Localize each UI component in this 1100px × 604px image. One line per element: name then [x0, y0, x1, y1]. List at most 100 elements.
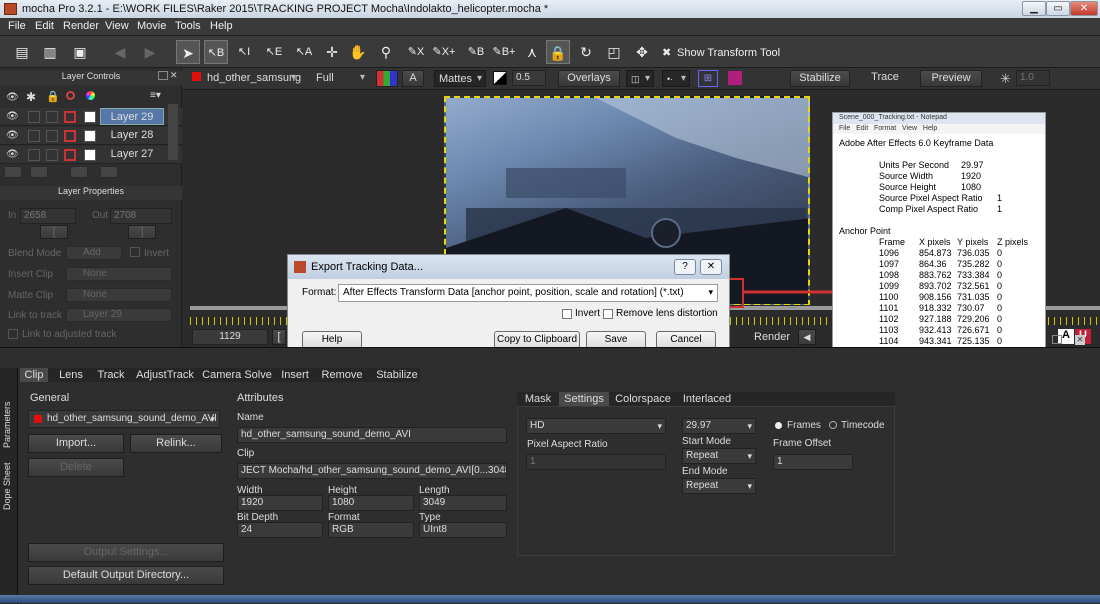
format-field[interactable]: RGB — [328, 522, 414, 538]
pan-hand-icon[interactable]: ✋ — [346, 40, 370, 64]
select-bezier-tool-icon[interactable]: ↖B — [204, 40, 228, 64]
end-mode-dropdown[interactable]: Repeat ▾ — [682, 478, 756, 494]
tab-adjust-track[interactable]: AdjustTrack — [134, 368, 196, 382]
tab-mask[interactable]: Mask — [519, 392, 557, 406]
go-to-in-button[interactable]: [ — [272, 329, 286, 345]
menu-view[interactable]: View — [105, 20, 129, 32]
timecode-radio[interactable] — [829, 421, 837, 429]
delete-button[interactable]: Delete — [28, 458, 124, 477]
menu-render[interactable]: Render — [63, 20, 99, 32]
preview-button[interactable]: Preview — [920, 70, 982, 87]
dialog-close-icon[interactable]: ✕ — [700, 259, 722, 275]
overlay-points-dropdown[interactable]: •· — [662, 70, 690, 87]
bezier-tool-icon[interactable]: ✎B — [464, 40, 488, 64]
layer-matte-box[interactable] — [64, 130, 76, 142]
clip-dropdown[interactable]: hd_other_samsung_sound_demo_AVI ▾ — [28, 410, 220, 428]
rgb-channel-icon[interactable] — [376, 70, 398, 87]
frames-radio[interactable] — [775, 422, 782, 429]
layer-visibility-icon[interactable]: 👁 — [6, 149, 19, 160]
select-tool-icon[interactable]: ➤ — [176, 40, 200, 64]
matte-clip-dropdown[interactable]: None — [66, 288, 172, 302]
tab-camera-solve[interactable]: Camera Solve — [202, 368, 272, 382]
layer-matte-box[interactable] — [64, 149, 76, 161]
layer-visibility-icon[interactable]: 👁 — [6, 111, 19, 122]
layer-lock-box[interactable] — [46, 130, 58, 142]
move-tool-icon[interactable]: ✥ — [630, 40, 654, 64]
tab-lens[interactable]: Lens — [54, 368, 88, 382]
add-point-tool-icon[interactable]: ✛ — [320, 40, 344, 64]
zoom-tool-icon[interactable]: ⚲ — [374, 40, 398, 64]
format-preset-dropdown[interactable]: HD ▾ — [526, 418, 666, 434]
in-point-input[interactable]: 2658 — [20, 208, 76, 224]
select-edge-tool-icon[interactable]: ↖E — [262, 40, 286, 64]
menu-edit[interactable]: Edit — [35, 20, 54, 32]
zoom-input[interactable]: 1.0 — [1016, 70, 1050, 86]
close-panel-icon[interactable]: ✕ — [170, 70, 178, 81]
transform-tool-check-icon[interactable]: ✖ — [662, 46, 671, 59]
invert-checkbox[interactable] — [562, 309, 572, 319]
scale-tool-icon[interactable]: ◰ — [602, 40, 626, 64]
menu-help[interactable]: Help — [210, 20, 233, 32]
open-project-icon[interactable]: ▥ — [38, 40, 62, 64]
render-backward-button[interactable]: ◀ — [798, 329, 816, 345]
tab-clip[interactable]: Clip — [20, 368, 48, 382]
stabilize-button[interactable]: Stabilize — [790, 70, 850, 87]
bit-depth-field[interactable]: 24 — [237, 522, 323, 538]
mattes-dropdown[interactable]: Mattes — [434, 70, 486, 87]
redo-icon[interactable]: ▶ — [138, 40, 162, 64]
lock-tool-icon[interactable]: 🔒 — [546, 40, 570, 64]
insert-clip-dropdown[interactable]: None — [66, 267, 172, 281]
layer-list-scrollbar[interactable] — [168, 104, 178, 160]
group-layer-icon[interactable] — [70, 166, 88, 178]
parameters-side-tab[interactable]: Parameters — [2, 392, 12, 448]
tab-settings[interactable]: Settings — [559, 392, 609, 406]
float-bottom-icon[interactable] — [1052, 335, 1062, 344]
tab-stabilize[interactable]: Stabilize — [372, 368, 422, 382]
bezier-add-tool-icon[interactable]: ✎B+ — [492, 40, 516, 64]
sun-icon[interactable]: ✳ — [1000, 71, 1011, 87]
type-field[interactable]: UInt8 — [419, 522, 507, 538]
blend-mode-dropdown[interactable]: Add — [66, 246, 122, 260]
maximize-button[interactable]: ▭ — [1046, 1, 1070, 16]
layer-color-swatch[interactable] — [84, 149, 96, 161]
dialog-help-icon[interactable]: ? — [674, 259, 696, 275]
layer-name[interactable]: Layer 28 — [100, 127, 164, 144]
overlays-button[interactable]: Overlays — [558, 70, 620, 87]
height-field[interactable]: 1080 — [328, 495, 414, 511]
tab-remove[interactable]: Remove — [318, 368, 366, 382]
trace-button[interactable]: Trace — [856, 70, 914, 87]
layer-visibility-icon[interactable]: 👁 — [6, 130, 19, 141]
layer-cog-box[interactable] — [28, 111, 40, 123]
tab-interlaced[interactable]: Interlaced — [677, 392, 737, 406]
matte-color-swatch[interactable] — [728, 71, 742, 85]
name-field[interactable]: hd_other_samsung_sound_demo_AVI — [237, 427, 507, 443]
clip-path-field[interactable]: JECT Mocha/hd_other_samsung_sound_demo_A… — [237, 463, 507, 479]
output-settings-button[interactable]: Output Settings... — [28, 543, 224, 562]
relink-button[interactable]: Relink... — [130, 434, 222, 453]
minimize-button[interactable]: ▁ — [1022, 1, 1046, 16]
quality-dropdown[interactable]: Full — [312, 70, 368, 87]
layer-cog-box[interactable] — [28, 130, 40, 142]
invert-checkbox[interactable] — [130, 247, 140, 257]
import-button[interactable]: Import... — [28, 434, 124, 453]
format-dropdown[interactable]: After Effects Transform Data [anchor poi… — [338, 284, 718, 302]
delete-layer-icon[interactable] — [100, 166, 118, 178]
layer-color-swatch[interactable] — [84, 111, 96, 123]
pixel-aspect-ratio-field[interactable]: 1 — [526, 454, 666, 470]
current-frame-input[interactable]: 1129 — [192, 329, 268, 345]
new-project-icon[interactable]: ▤ — [10, 40, 34, 64]
menu-movie[interactable]: Movie — [137, 20, 166, 32]
layer-matte-box[interactable] — [64, 111, 76, 123]
width-field[interactable]: 1920 — [237, 495, 323, 511]
tab-insert[interactable]: Insert — [278, 368, 312, 382]
link-adjusted-checkbox[interactable] — [8, 329, 18, 339]
set-out-button[interactable]: ] — [128, 225, 156, 239]
layer-lock-box[interactable] — [46, 111, 58, 123]
start-mode-dropdown[interactable]: Repeat ▾ — [682, 448, 756, 464]
remove-lens-checkbox[interactable] — [603, 309, 613, 319]
overlay-options-dropdown[interactable]: ◫ — [626, 70, 654, 87]
out-point-input[interactable]: 2708 — [110, 208, 172, 224]
save-project-icon[interactable]: ▣ — [68, 40, 92, 64]
layer-color-swatch[interactable] — [84, 130, 96, 142]
layer-lock-box[interactable] — [46, 149, 58, 161]
